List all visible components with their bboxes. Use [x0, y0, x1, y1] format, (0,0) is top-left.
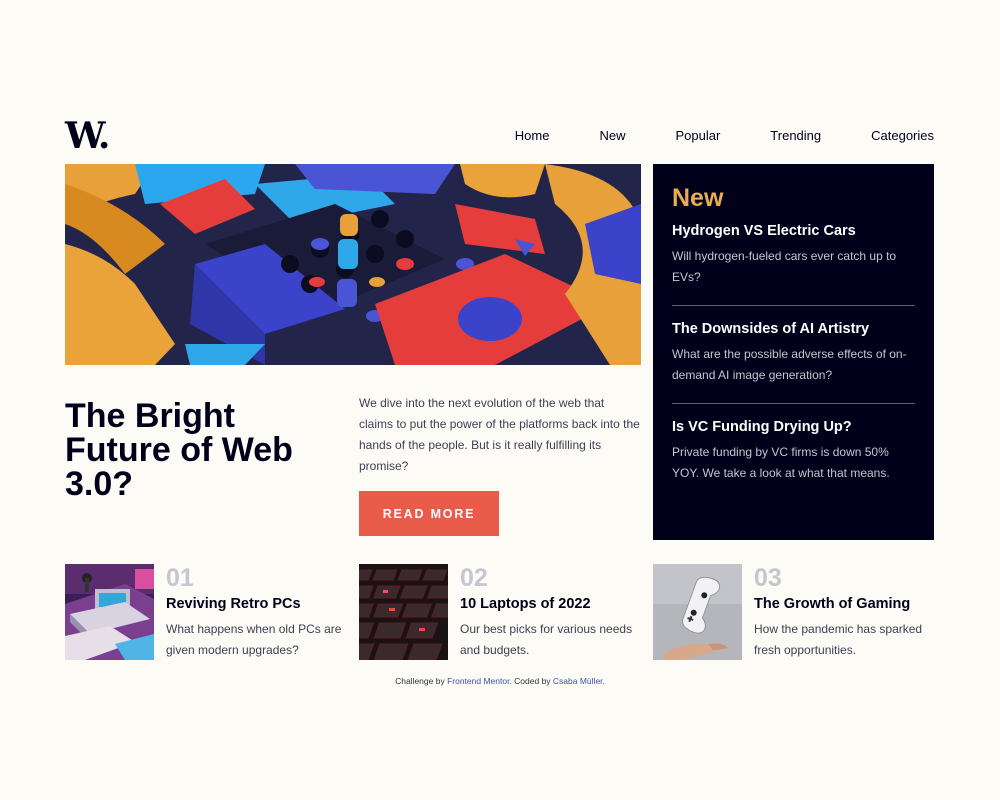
author-link[interactable]: Csaba Müller [553, 676, 603, 686]
attribution-middle: . Coded by [509, 676, 553, 686]
feature-description: What happens when old PCs are given mode… [166, 622, 342, 657]
new-article-title[interactable]: Is VC Funding Drying Up? [672, 418, 915, 436]
feature-title[interactable]: The Growth of Gaming [754, 596, 910, 612]
nav-item-new[interactable]: New [599, 128, 625, 144]
feature-item: 02 10 Laptops of 2022 Our best picks for… [359, 564, 641, 660]
divider [672, 403, 915, 404]
feature-number: 02 [460, 564, 488, 592]
feature-title[interactable]: 10 Laptops of 2022 [460, 596, 591, 612]
new-article-item: Hydrogen VS Electric Cars Will hydrogen-… [672, 222, 915, 288]
nav-item-categories[interactable]: Categories [871, 128, 934, 144]
nav-item-trending[interactable]: Trending [770, 128, 821, 144]
divider [672, 305, 915, 306]
feature-number: 03 [754, 564, 782, 592]
retro-pc-image [65, 564, 154, 660]
new-article-description: What are the possible adverse effects of… [672, 347, 907, 382]
new-article-title[interactable]: Hydrogen VS Electric Cars [672, 222, 915, 240]
main-nav: Home New Popular Trending Categories [515, 128, 934, 144]
hero-description: We dive into the next evolution of the w… [359, 396, 640, 473]
keyboard-image [359, 564, 448, 660]
feature-description: Our best picks for various needs and bud… [460, 622, 633, 657]
attribution: Challenge by Frontend Mentor. Coded by C… [0, 676, 1000, 686]
read-more-button[interactable]: READ MORE [359, 491, 499, 536]
new-article-description: Private funding by VC firms is down 50% … [672, 445, 890, 480]
hero-title: The Bright Future of Web 3.0? [65, 397, 293, 503]
feature-title[interactable]: Reviving Retro PCs [166, 596, 301, 612]
attribution-suffix: . [602, 676, 605, 686]
game-controller-image [653, 564, 742, 660]
new-article-item: The Downsides of AI Artistry What are th… [672, 320, 915, 386]
new-article-item: Is VC Funding Drying Up? Private funding… [672, 418, 915, 484]
feature-number: 01 [166, 564, 194, 592]
web3-blocks-illustration [65, 164, 641, 365]
frontend-mentor-link[interactable]: Frontend Mentor [447, 676, 509, 686]
new-panel-heading: New [672, 184, 724, 212]
nav-item-home[interactable]: Home [515, 128, 550, 144]
new-articles-panel: New Hydrogen VS Electric Cars Will hydro… [653, 164, 934, 540]
new-article-description: Will hydrogen-fueled cars ever catch up … [672, 249, 897, 284]
attribution-prefix: Challenge by [395, 676, 448, 686]
new-article-title[interactable]: The Downsides of AI Artistry [672, 320, 915, 338]
site-logo[interactable]: W. [65, 118, 110, 154]
feature-item: 01 Reviving Retro PCs What happens when … [65, 564, 347, 660]
feature-description: How the pandemic has sparked fresh oppor… [754, 622, 923, 657]
hero-image [65, 164, 641, 365]
nav-item-popular[interactable]: Popular [675, 128, 720, 144]
feature-item: 03 The Growth of Gaming How the pandemic… [653, 564, 935, 660]
